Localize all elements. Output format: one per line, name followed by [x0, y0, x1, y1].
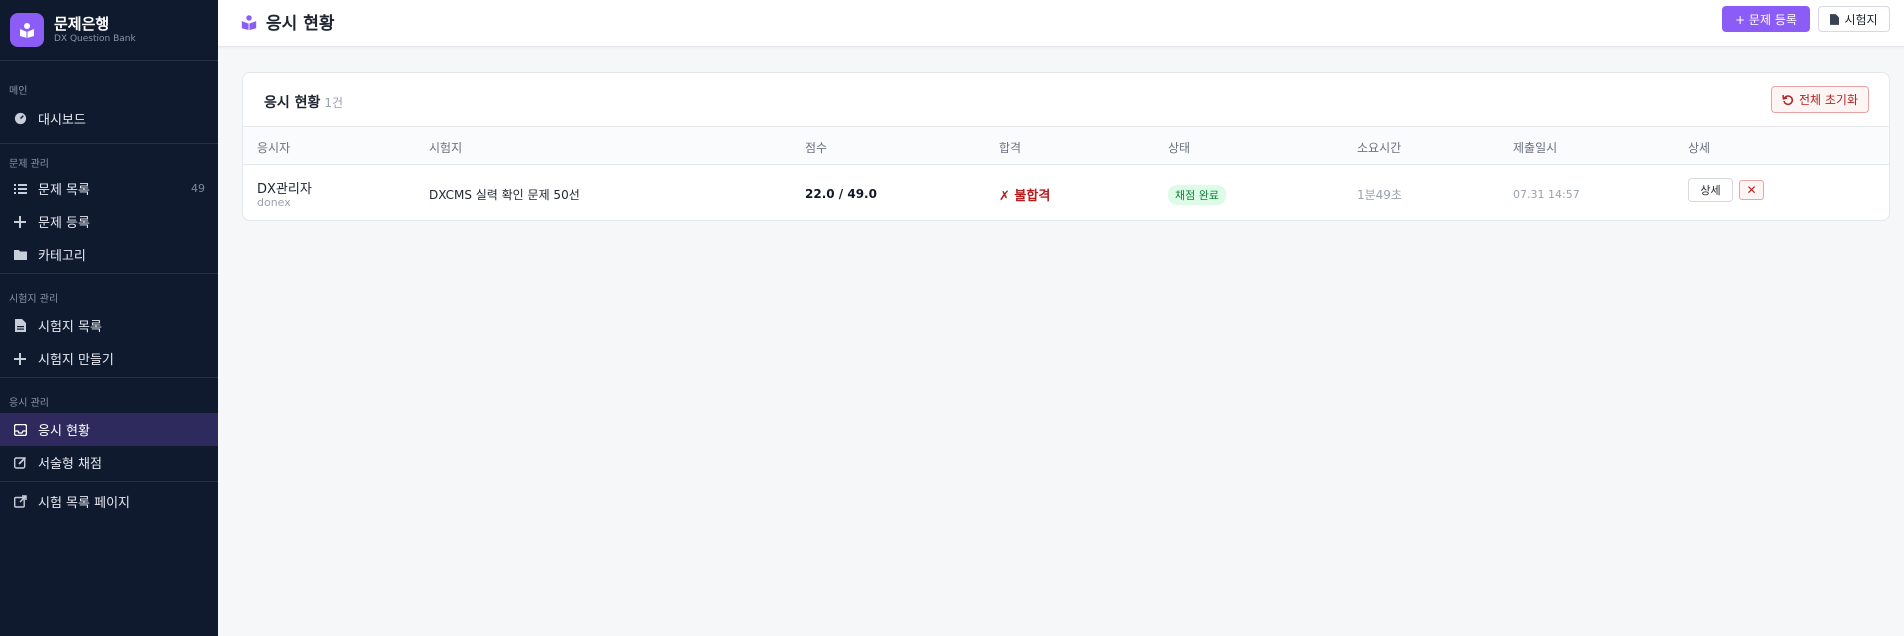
column-header[interactable]: 합격 [999, 139, 1021, 156]
external-link-icon [13, 495, 27, 509]
section-label-main: 메인 [9, 86, 28, 97]
examinee-id: donex [257, 196, 291, 209]
column-header[interactable]: 제출일시 [1513, 139, 1557, 156]
column-header[interactable]: 상세 [1688, 139, 1710, 156]
attempt-count: 1건 [324, 96, 344, 110]
list-icon [13, 182, 27, 196]
sidebar-item-category[interactable]: 카테고리 [0, 238, 218, 271]
sidebar-item-exam-create[interactable]: 시험지 만들기 [0, 342, 218, 375]
card-title: 응시 현황 1건 [264, 92, 343, 112]
file-icon [13, 319, 27, 333]
page-title-text: 응시 현황 [266, 14, 335, 34]
sidebar-item-label: 시험지 목록 [38, 320, 102, 335]
reset-all-button[interactable]: 전체 초기화 [1771, 86, 1869, 113]
reset-all-label: 전체 초기화 [1798, 93, 1858, 107]
book-icon [240, 13, 258, 31]
sidebar-item-label: 응시 현황 [38, 424, 90, 439]
edit-icon [13, 456, 27, 470]
brand-title: 문제은행 [54, 14, 110, 33]
submitted-at: 07.31 14:57 [1513, 188, 1580, 201]
sidebar-item-dashboard[interactable]: 대시보드 [0, 102, 218, 135]
brand[interactable]: 문제은행 DX Question Bank [0, 0, 218, 61]
brand-subtitle: DX Question Bank [54, 33, 136, 44]
plus-icon [13, 352, 27, 366]
column-header[interactable]: 소요시간 [1357, 139, 1401, 156]
sidebar: 문제은행 DX Question Bank 메인 대시보드 문제 관리 문제 목… [0, 0, 218, 636]
score: 22.0 / 49.0 [805, 187, 877, 201]
inbox-icon [13, 423, 27, 437]
delete-button[interactable]: ✕ [1739, 180, 1764, 200]
card-header: 응시 현황 1건 전체 초기화 [243, 73, 1889, 127]
folder-icon [13, 248, 27, 262]
section-label-attempts: 응시 관리 [9, 398, 49, 409]
table-header: 응시자 시험지 점수 합격 상태 소요시간 제출일시 상세 [243, 127, 1889, 165]
table-row[interactable]: DX관리자 donex DXCMS 실력 확인 문제 50선 22.0 / 49… [243, 165, 1889, 221]
sidebar-item-label: 문제 목록 [38, 183, 90, 198]
dashboard-icon [13, 112, 27, 126]
sidebar-item-question-list[interactable]: 문제 목록 49 [0, 172, 218, 205]
sidebar-item-exam-page-link[interactable]: 시험 목록 페이지 [0, 485, 218, 518]
section-label-questions: 문제 관리 [9, 159, 49, 170]
divider [0, 481, 218, 482]
sidebar-item-label: 서술형 채점 [38, 457, 102, 472]
status-badge: 채점 완료 [1168, 185, 1226, 205]
sidebar-item-label: 카테고리 [38, 249, 86, 264]
column-header[interactable]: 응시자 [257, 139, 290, 156]
column-header[interactable]: 점수 [805, 139, 827, 156]
exam-paper-button-label: 시험지 [1844, 12, 1878, 27]
column-header[interactable]: 상태 [1168, 139, 1190, 156]
sidebar-item-attempt-status[interactable]: 응시 현황 [0, 413, 218, 446]
sidebar-item-essay-grading[interactable]: 서술형 채점 [0, 446, 218, 479]
plus-icon [13, 215, 27, 229]
sidebar-item-question-register[interactable]: 문제 등록 [0, 205, 218, 238]
register-question-button[interactable]: + 문제 등록 [1722, 6, 1810, 32]
page-title: 응시 현황 [240, 9, 334, 34]
attempts-card: 응시 현황 1건 전체 초기화 응시자 시험지 점수 합격 상태 소요시간 제출일… [242, 72, 1890, 221]
duration: 1분49초 [1357, 188, 1402, 202]
detail-button[interactable]: 상세 [1688, 178, 1733, 202]
exam-paper-button[interactable]: 시험지 [1818, 6, 1890, 32]
book-logo-icon [10, 13, 44, 47]
card-title-text: 응시 현황 [264, 95, 321, 111]
sidebar-item-label: 시험 목록 페이지 [38, 496, 130, 511]
exam-name: DXCMS 실력 확인 문제 50선 [429, 188, 580, 202]
sidebar-item-label: 문제 등록 [38, 216, 90, 231]
sidebar-item-label: 대시보드 [38, 113, 86, 128]
pass-result: ✗ 불합격 [999, 189, 1051, 204]
section-label-exams: 시험지 관리 [9, 294, 59, 305]
undo-icon [1782, 94, 1794, 106]
sidebar-item-exam-list[interactable]: 시험지 목록 [0, 309, 218, 342]
sidebar-item-label: 시험지 만들기 [38, 353, 114, 368]
top-header: 응시 현황 + 문제 등록 시험지 [218, 0, 1904, 47]
question-count-badge: 49 [191, 182, 205, 195]
file-icon [1830, 13, 1840, 25]
examinee-name: DX관리자 [257, 182, 312, 197]
column-header[interactable]: 시험지 [429, 139, 462, 156]
